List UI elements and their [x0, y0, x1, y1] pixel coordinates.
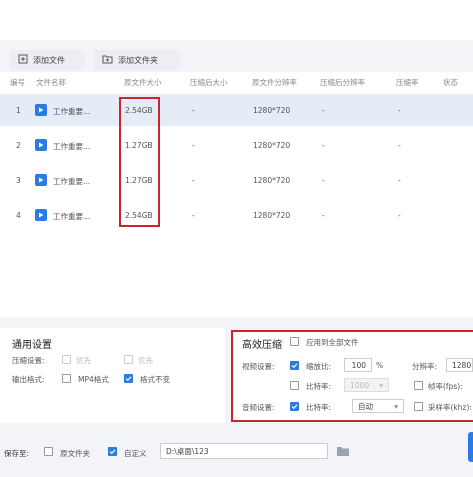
col-header-num: 编号	[10, 78, 25, 87]
file-name: 工作重要...	[53, 142, 91, 151]
col-header-after-res: 压缩后分辨率	[320, 78, 365, 87]
after-size: -	[192, 176, 195, 185]
row-num: 3	[16, 176, 21, 185]
file-resolution: 1280*720	[253, 141, 291, 150]
output-format-label: 输出格式:	[12, 375, 45, 384]
file-name: 工作重要...	[53, 212, 91, 221]
row-num: 4	[16, 211, 21, 220]
size-column-highlight	[119, 97, 160, 227]
after-resolution: -	[322, 211, 325, 220]
mp4-format-checkbox[interactable]	[62, 374, 71, 383]
save-path-input[interactable]: D:\桌面\123	[160, 443, 328, 459]
advanced-compression-highlight	[231, 330, 473, 422]
file-name: 工作重要...	[53, 177, 91, 186]
size-priority-checkbox[interactable]	[124, 355, 133, 364]
source-folder-checkbox[interactable]	[44, 447, 53, 456]
col-header-res: 原文件分辨率	[252, 78, 297, 87]
after-resolution: -	[322, 141, 325, 150]
col-header-name: 文件名称	[36, 78, 66, 87]
col-header-size: 原文件大小	[124, 78, 162, 87]
add-file-icon	[18, 54, 28, 66]
keep-format-label: 格式不变	[140, 375, 170, 384]
top-strip	[0, 0, 473, 40]
save-to-label: 保存至:	[4, 449, 30, 458]
add-folder-icon	[102, 54, 113, 66]
col-header-status: 状态	[443, 78, 458, 87]
custom-path-label: 自定义	[124, 449, 147, 458]
general-settings-title: 通用设置	[12, 340, 52, 351]
add-folder-button[interactable]: 添加文件夹	[94, 50, 180, 70]
file-name: 工作重要...	[53, 107, 91, 116]
file-resolution: 1280*720	[253, 106, 291, 115]
add-file-button[interactable]: 添加文件	[10, 50, 85, 70]
mp4-format-label: MP4格式	[78, 375, 109, 384]
after-size: -	[192, 106, 195, 115]
add-folder-label: 添加文件夹	[118, 55, 158, 65]
video-file-icon	[35, 139, 47, 151]
table-row[interactable]: 3 工作重要... 1.27GB - 1280*720 - -	[0, 164, 473, 196]
after-size: -	[192, 211, 195, 220]
after-size: -	[192, 141, 195, 150]
ratio: -	[398, 176, 401, 185]
general-settings-panel: 通用设置 压缩设置: 优先 优先 输出格式: MP4格式 格式不变	[0, 328, 225, 423]
custom-path-checkbox[interactable]	[108, 447, 117, 456]
row-num: 2	[16, 141, 21, 150]
file-resolution: 1280*720	[253, 211, 291, 220]
table-row[interactable]: 2 工作重要... 1.27GB - 1280*720 - -	[0, 129, 473, 161]
source-folder-label: 原文件夹	[60, 449, 90, 458]
start-button-edge[interactable]	[468, 432, 473, 462]
folder-icon[interactable]	[336, 445, 350, 459]
check-icon	[125, 376, 132, 382]
file-resolution: 1280*720	[253, 176, 291, 185]
col-header-ratio: 压缩率	[396, 78, 419, 87]
keep-format-checkbox[interactable]	[124, 374, 133, 383]
after-resolution: -	[322, 106, 325, 115]
table-row[interactable]: 1 工作重要... 2.54GB - 1280*720 - -	[0, 94, 473, 126]
video-file-icon	[35, 104, 47, 116]
col-header-after-size: 压缩后大小	[190, 78, 228, 87]
quality-priority-checkbox[interactable]	[62, 355, 71, 364]
row-num: 1	[16, 106, 21, 115]
save-bar: 保存至: 原文件夹 自定义 D:\桌面\123	[0, 432, 473, 477]
check-icon	[109, 449, 116, 455]
ratio: -	[398, 211, 401, 220]
after-resolution: -	[322, 176, 325, 185]
video-file-icon	[35, 209, 47, 221]
compress-setting-label: 压缩设置:	[12, 356, 45, 365]
add-file-label: 添加文件	[33, 55, 65, 65]
video-file-icon	[35, 174, 47, 186]
ratio: -	[398, 141, 401, 150]
quality-priority-label: 优先	[76, 356, 91, 365]
table-row[interactable]: 4 工作重要... 2.54GB - 1280*720 - -	[0, 199, 473, 231]
size-priority-label: 优先	[138, 356, 153, 365]
ratio: -	[398, 106, 401, 115]
